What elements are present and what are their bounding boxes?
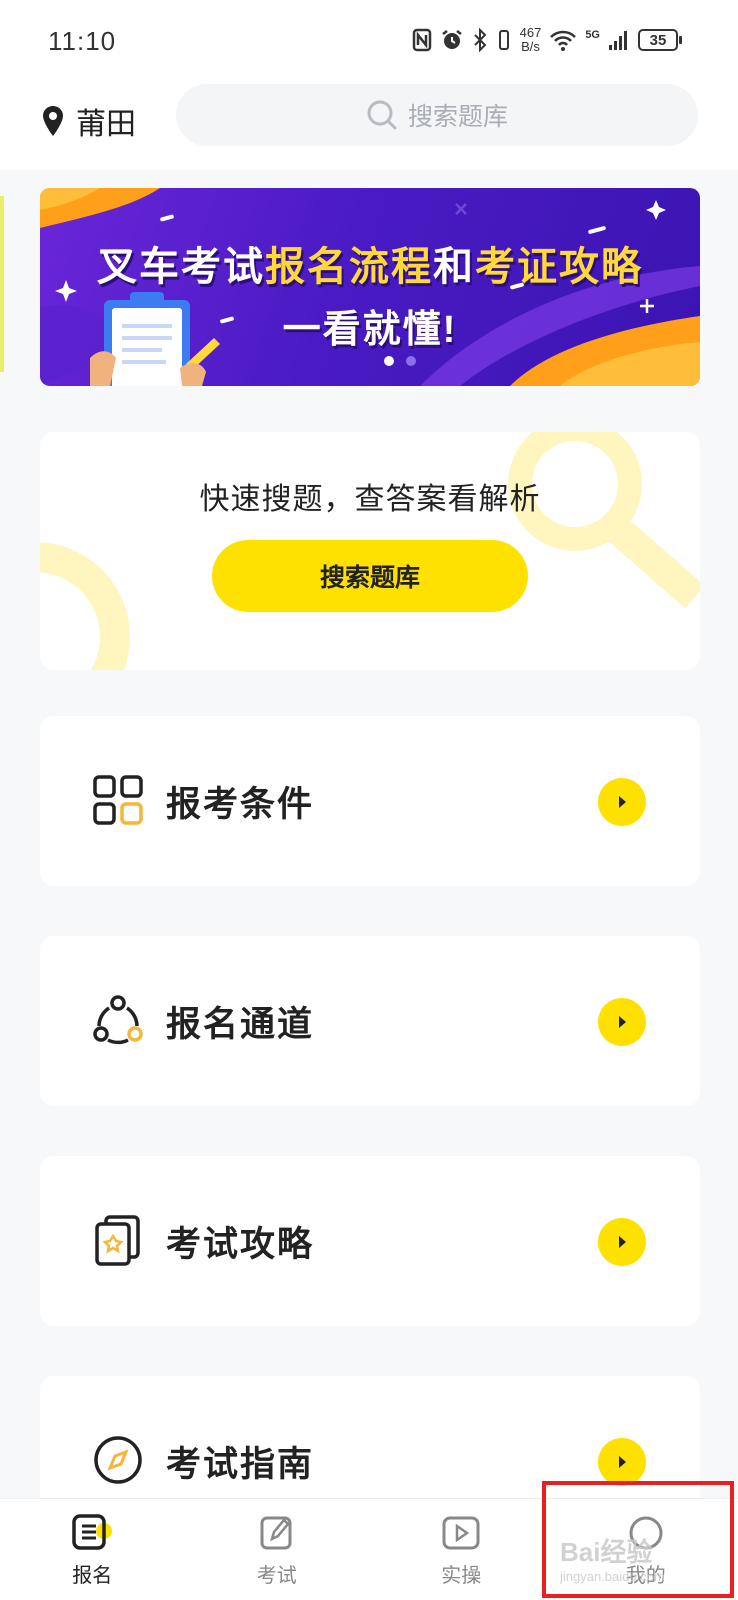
compass-icon — [94, 1436, 142, 1484]
network-type: 5G — [585, 29, 600, 41]
nav-tab-register[interactable]: 报名 — [0, 1499, 185, 1600]
banner-dot-2[interactable] — [406, 356, 416, 366]
net-speed-unit: B/s — [521, 39, 540, 54]
vibrate-icon — [498, 30, 509, 50]
banner-text-2: 和 — [433, 245, 475, 289]
network-icon — [93, 995, 143, 1045]
menu-item-registration-channel[interactable]: 报名通道 — [40, 936, 700, 1106]
search-icon — [367, 100, 397, 130]
menu-item-label: 考试指南 — [166, 1445, 315, 1484]
nav-label: 实操 — [441, 1565, 482, 1587]
net-speed: 467 B/s — [520, 26, 542, 54]
menu-item-label: 考试攻略 — [166, 1225, 315, 1264]
alarm-icon — [441, 30, 462, 49]
nav-label: 报名 — [72, 1565, 113, 1587]
header: 莆田 搜索题库 — [0, 80, 738, 170]
quick-search-title: 快速搜题，查答案看解析 — [199, 483, 541, 516]
location-pin-icon — [43, 106, 63, 136]
net-speed-value: 467 — [519, 25, 542, 40]
promo-banner[interactable]: 叉车考试报名流程和考证攻略 一看就懂! — [40, 188, 700, 386]
nav-tab-practice[interactable]: 实操 — [369, 1499, 554, 1600]
location-name: 莆田 — [76, 108, 136, 141]
banner-highlight-1: 报名流程 — [265, 245, 433, 289]
status-bar: 11:10 467 B/s 5G 35 — [0, 0, 738, 80]
search-question-bank-button[interactable]: 搜索题库 — [212, 540, 528, 612]
menu-item-exam-strategy[interactable]: 考试攻略 — [40, 1156, 700, 1326]
annotation-highlight-box — [542, 1481, 734, 1598]
location-selector[interactable]: 莆田 — [42, 94, 136, 148]
search-input[interactable]: 搜索题库 — [176, 84, 698, 146]
search-placeholder: 搜索题库 — [407, 103, 508, 131]
bluetooth-icon — [473, 28, 487, 52]
adjacent-banner-edge — [0, 196, 4, 372]
quick-search-card: 快速搜题，查答案看解析 搜索题库 — [40, 432, 700, 670]
banner-headline: 叉车考试报名流程和考证攻略 — [40, 234, 700, 292]
battery-indicator: 35 — [638, 29, 682, 51]
edit-icon — [260, 1516, 292, 1550]
arrow-right-icon[interactable] — [598, 778, 646, 826]
status-time: 11:10 — [48, 26, 117, 56]
nav-label: 考试 — [256, 1565, 297, 1587]
status-icons: 467 B/s 5G 35 — [412, 22, 682, 58]
arrow-right-icon[interactable] — [598, 1218, 646, 1266]
nav-tab-exam[interactable]: 考试 — [185, 1499, 370, 1600]
banner-dot-1[interactable] — [384, 356, 394, 366]
signal-icon — [609, 31, 627, 50]
menu-item-label: 报名通道 — [166, 1005, 315, 1044]
wifi-icon — [550, 30, 577, 51]
grid-icon — [93, 775, 143, 825]
arrow-right-icon[interactable] — [598, 1438, 646, 1486]
play-icon — [442, 1516, 480, 1550]
banner-pagination — [384, 356, 416, 366]
cards-icon — [95, 1215, 140, 1266]
banner-text-1: 叉车考试 — [97, 245, 265, 289]
menu-item-label: 报考条件 — [166, 785, 315, 824]
list-icon — [72, 1514, 113, 1550]
banner-highlight-2: 考证攻略 — [475, 245, 643, 289]
menu-item-exam-requirements[interactable]: 报考条件 — [40, 716, 700, 886]
nfc-icon — [412, 28, 431, 52]
arrow-right-icon[interactable] — [598, 998, 646, 1046]
banner-subheadline: 一看就懂! — [282, 309, 458, 351]
